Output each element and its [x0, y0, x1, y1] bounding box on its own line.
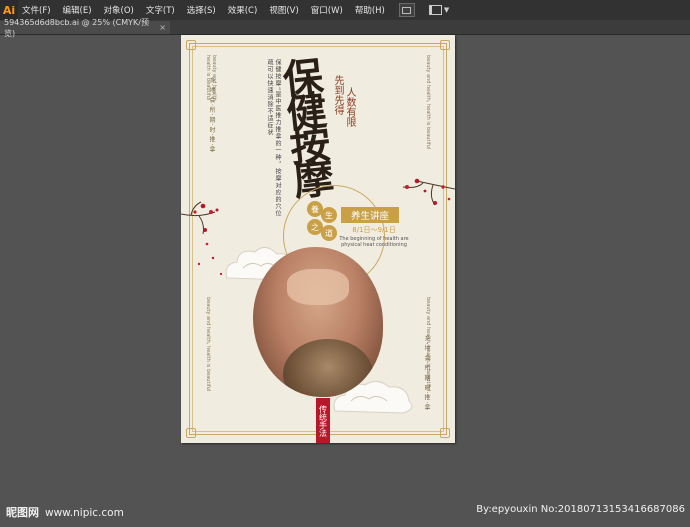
menu-select[interactable]: 选择(S) [181, 4, 222, 16]
chevron-down-icon: ▼ [443, 6, 450, 14]
artboard[interactable]: beauty and health, health is beautiful b… [181, 35, 455, 443]
hair-image [283, 339, 373, 397]
menu-help[interactable]: 帮助(H) [349, 4, 391, 16]
frame-corner-ornament [186, 428, 196, 438]
left-poem: 乡·地·会·所·期·时·推·拿 [208, 77, 215, 154]
menu-object[interactable]: 对象(O) [98, 4, 140, 16]
arrange-documents-button[interactable]: ▼ [428, 5, 450, 15]
menu-effect[interactable]: 效果(C) [222, 4, 264, 16]
frame-corner-ornament [186, 40, 196, 50]
slogan-limited: 人数有限 [344, 87, 355, 127]
menu-type[interactable]: 文字(T) [140, 4, 181, 16]
english-slogan: The beginning of health are physical hea… [339, 236, 409, 248]
decor-vertical-text: beauty and health, health is beautiful [205, 297, 211, 392]
hands-image [287, 269, 349, 305]
menu-window[interactable]: 窗口(W) [305, 4, 349, 16]
lecture-label: 养生讲座 [341, 207, 399, 223]
bridge-icon [402, 6, 412, 14]
document-tab-bar: 594365d6d8bcb.ai @ 25% (CMYK/预览) × [0, 18, 690, 38]
document-tab[interactable]: 594365d6d8bcb.ai @ 25% (CMYK/预览) × [0, 18, 170, 38]
date-range: 8/1日～9/1日 [352, 226, 396, 234]
poster-title: 保健按摩 [274, 54, 335, 196]
document-tab-title: 594365d6d8bcb.ai @ 25% (CMYK/预览) [4, 17, 149, 38]
arrange-icon [428, 5, 442, 15]
decor-vertical-text: beauty and health, health is beautiful [425, 55, 431, 150]
menu-file[interactable]: 文件(F) [18, 4, 57, 16]
frame-corner-ornament [440, 40, 450, 50]
watermark-logo: 昵图网 [6, 506, 39, 519]
badge-sheng: 生 [321, 207, 337, 223]
traditional-method-seal: 传统手法 [316, 398, 330, 443]
watermark-info: By:epyouxin No:20180713153416687086 [476, 504, 685, 515]
slogan-first-come: 先到先得 [332, 75, 343, 115]
frame-corner-ornament [440, 428, 450, 438]
watermark-url: www.nipic.com [45, 507, 124, 519]
right-poem: 乡·地·会·所·期·时·推·拿 [423, 335, 430, 412]
close-icon[interactable]: × [159, 23, 166, 32]
watermark-site: 昵图网 www.nipic.com [6, 504, 124, 520]
menu-edit[interactable]: 编辑(E) [57, 4, 98, 16]
menu-view[interactable]: 视图(V) [263, 4, 304, 16]
plum-branch-right [402, 178, 455, 206]
bridge-button[interactable] [398, 3, 415, 17]
